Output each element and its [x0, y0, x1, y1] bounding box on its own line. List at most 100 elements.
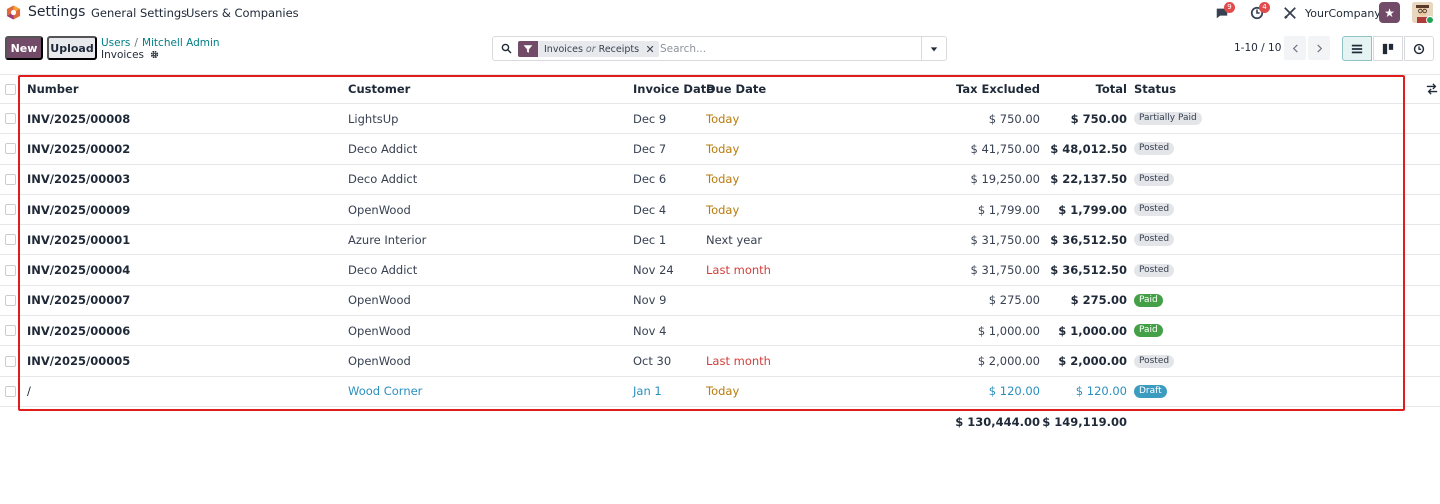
- row-checkbox[interactable]: [5, 225, 16, 254]
- kanban-view-icon: [1382, 43, 1394, 54]
- cell-tax-excluded: $ 750.00: [988, 111, 1040, 126]
- gear-icon[interactable]: [150, 50, 159, 59]
- list-view-icon: [1351, 44, 1363, 53]
- cell-total: $ 2,000.00: [1058, 354, 1127, 369]
- cell-invoice-date: Jan 1: [633, 384, 662, 399]
- table-row[interactable]: INV/2025/00006 OpenWood Nov 4 $ 1,000.00 $ 1…: [0, 316, 1440, 347]
- search-facet: Invoices or Receipts ✕: [518, 41, 660, 57]
- top-navbar: Settings General Settings Users & Compan…: [0, 0, 1440, 26]
- row-checkbox[interactable]: [5, 255, 16, 284]
- table-row[interactable]: INV/2025/00005 OpenWood Oct 30 Last month $ …: [0, 346, 1440, 377]
- column-toggle-icon[interactable]: [1426, 83, 1438, 95]
- row-checkbox[interactable]: [5, 134, 16, 163]
- select-all-checkbox[interactable]: [5, 75, 16, 103]
- column-due-date[interactable]: Due Date: [706, 75, 766, 103]
- cell-number: INV/2025/00005: [27, 354, 131, 369]
- company-switcher[interactable]: YourCompany: [1305, 7, 1381, 20]
- clock-icon[interactable]: 4: [1250, 2, 1270, 20]
- table-row[interactable]: INV/2025/00008 LightsUp Dec 9 Today $ 750.00…: [0, 104, 1440, 135]
- cell-customer: Azure Interior: [348, 232, 427, 247]
- menu-general-settings[interactable]: General Settings: [91, 6, 187, 20]
- close-icon[interactable]: ✕: [644, 43, 656, 56]
- cell-tax-excluded: $ 1,000.00: [977, 323, 1040, 338]
- pager-previous-button[interactable]: [1284, 36, 1306, 60]
- status-badge: Posted: [1134, 203, 1175, 217]
- breadcrumb-users[interactable]: Users: [101, 37, 130, 49]
- column-customer[interactable]: Customer: [348, 75, 410, 103]
- cell-number: INV/2025/00003: [27, 172, 131, 187]
- breadcrumb: Users / Mitchell Admin: [101, 37, 220, 49]
- pager-value[interactable]: 1-10 / 10: [1234, 42, 1281, 54]
- cell-tax-excluded: $ 19,250.00: [970, 172, 1041, 187]
- search-icon[interactable]: [501, 43, 512, 54]
- table-row[interactable]: INV/2025/00004 Deco Addict Nov 24 Last mont…: [0, 255, 1440, 286]
- row-checkbox[interactable]: [5, 316, 16, 345]
- list-view-button[interactable]: [1342, 36, 1372, 61]
- table-row[interactable]: / Wood Corner Jan 1 Today $ 120.00 $ 120.00 Dr…: [0, 377, 1440, 407]
- totals-row: $ 130,444.00 $ 149,119.00: [0, 408, 1440, 436]
- column-invoice-date[interactable]: Invoice Date: [633, 75, 714, 103]
- status-badge: Posted: [1134, 233, 1175, 247]
- activity-view-button[interactable]: [1404, 36, 1434, 61]
- filter-icon: [518, 41, 538, 57]
- row-checkbox[interactable]: [5, 377, 16, 406]
- cell-due-date: Today: [706, 111, 740, 126]
- cell-tax-excluded: $ 2,000.00: [977, 354, 1040, 369]
- cell-customer: OpenWood: [348, 202, 411, 217]
- cell-due-date: Last month: [706, 354, 771, 369]
- kanban-view-button[interactable]: [1373, 36, 1403, 61]
- table-row[interactable]: INV/2025/00001 Azure Interior Dec 1 Next ye…: [0, 225, 1440, 256]
- cell-customer: Deco Addict: [348, 172, 418, 187]
- status-badge: Posted: [1134, 172, 1175, 186]
- new-button[interactable]: New: [5, 36, 43, 60]
- cell-number: INV/2025/00001: [27, 232, 131, 247]
- cell-customer: Wood Corner: [348, 384, 423, 399]
- menu-users-companies[interactable]: Users & Companies: [186, 6, 299, 20]
- table-row[interactable]: INV/2025/00007 OpenWood Nov 9 $ 275.00 $ 275…: [0, 286, 1440, 317]
- breadcrumb-mitchell-admin[interactable]: Mitchell Admin: [142, 37, 220, 49]
- cell-number: INV/2025/00006: [27, 323, 131, 338]
- cell-due-date: Last month: [706, 263, 771, 278]
- row-checkbox[interactable]: [5, 165, 16, 194]
- column-status[interactable]: Status: [1134, 75, 1176, 103]
- app-title[interactable]: Settings: [28, 4, 85, 20]
- column-number[interactable]: Number: [27, 75, 79, 103]
- cell-invoice-date: Dec 4: [633, 202, 667, 217]
- search-options-toggle[interactable]: [921, 36, 947, 61]
- cell-due-date: Today: [706, 202, 740, 217]
- table-row[interactable]: INV/2025/00002 Deco Addict Dec 7 Today $ 41,…: [0, 134, 1440, 165]
- page-title-text: Invoices: [101, 49, 145, 61]
- table-row[interactable]: INV/2025/00009 OpenWood Dec 4 Today $ 1,799.…: [0, 195, 1440, 226]
- cell-invoice-date: Nov 4: [633, 323, 667, 338]
- cell-tax-excluded: $ 275.00: [988, 293, 1040, 308]
- cell-number: INV/2025/00002: [27, 141, 131, 156]
- invoice-list: Number Customer Invoice Date Due Date Ta…: [0, 75, 1440, 407]
- cell-total: $ 275.00: [1070, 293, 1127, 308]
- star-icon[interactable]: ★: [1379, 2, 1400, 23]
- cell-number: INV/2025/00009: [27, 202, 131, 217]
- cell-number: INV/2025/00007: [27, 293, 131, 308]
- row-checkbox[interactable]: [5, 195, 16, 224]
- upload-button[interactable]: Upload: [47, 36, 97, 60]
- cell-total: $ 48,012.50: [1050, 141, 1127, 156]
- odoo-logo-icon[interactable]: [6, 5, 21, 20]
- search-input[interactable]: [660, 40, 910, 57]
- cell-customer: Deco Addict: [348, 141, 418, 156]
- status-badge: Draft: [1134, 384, 1167, 398]
- chat-badge: 9: [1224, 2, 1235, 13]
- cell-total: $ 750.00: [1070, 111, 1127, 126]
- column-tax-excluded[interactable]: Tax Excluded: [956, 75, 1040, 103]
- cell-total: $ 36,512.50: [1050, 263, 1127, 278]
- row-checkbox[interactable]: [5, 104, 16, 133]
- tools-icon[interactable]: [1283, 6, 1297, 20]
- search-bar: Invoices or Receipts ✕: [492, 36, 922, 61]
- row-checkbox[interactable]: [5, 346, 16, 375]
- avatar[interactable]: [1412, 2, 1433, 23]
- pager-next-button[interactable]: [1308, 36, 1330, 60]
- column-total[interactable]: Total: [1096, 75, 1127, 103]
- cell-due-date: Today: [706, 141, 740, 156]
- table-row[interactable]: INV/2025/00003 Deco Addict Dec 6 Today $ 19,…: [0, 165, 1440, 195]
- row-checkbox[interactable]: [5, 286, 16, 315]
- chat-icon[interactable]: 9: [1215, 2, 1235, 20]
- cell-total: $ 1,799.00: [1058, 202, 1127, 217]
